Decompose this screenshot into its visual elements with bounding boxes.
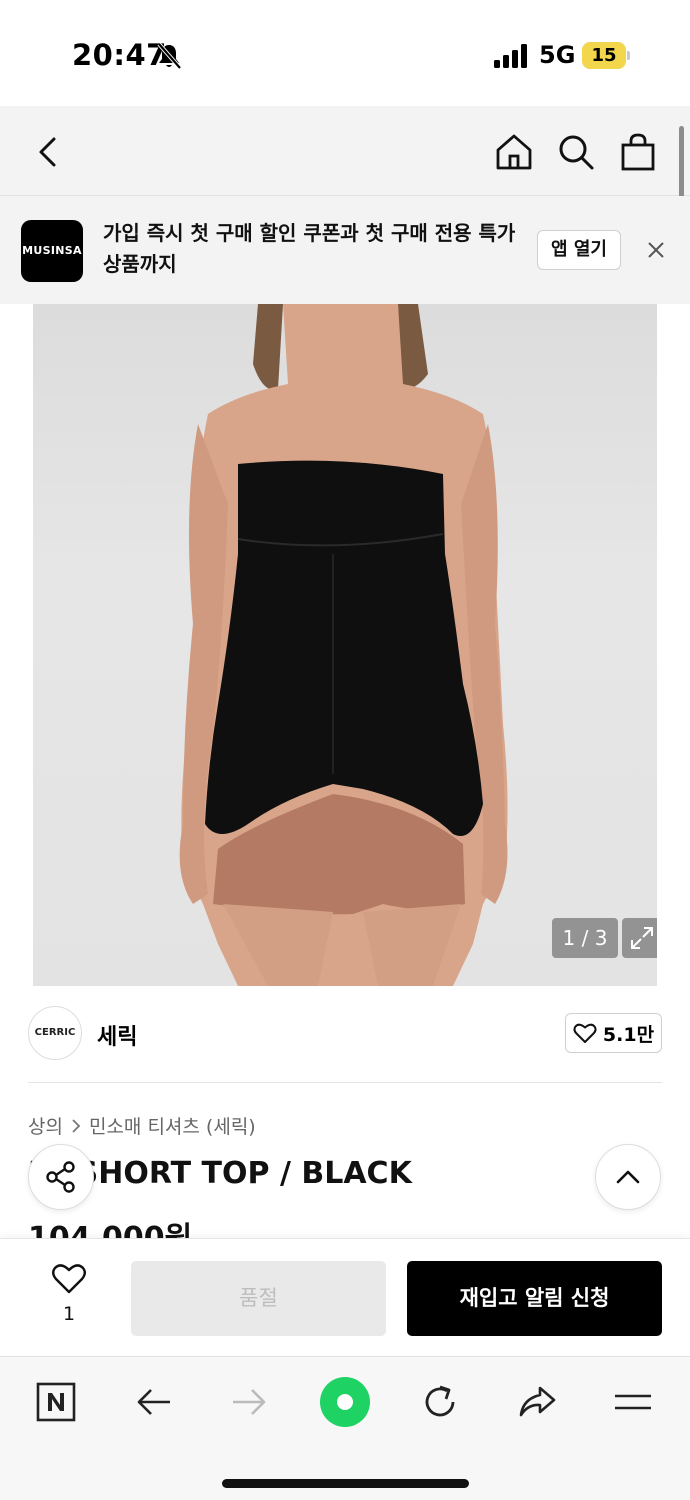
chevron-right-icon [72,1118,81,1133]
restock-alert-button[interactable]: 재입고 알림 신청 [407,1261,662,1336]
scroll-to-top-button[interactable] [595,1144,661,1210]
battery-indicator: 15 [582,42,626,69]
green-dot-button[interactable] [320,1377,370,1427]
share-button[interactable] [28,1144,94,1210]
breadcrumb-item-category[interactable]: 상의 [28,1112,63,1139]
product-image[interactable]: 1 / 3 [33,304,657,986]
musinsa-logo: MUSINSA [21,220,83,282]
brand-row: CERRIC 세릭 5.1만 [28,1006,662,1064]
breadcrumb-item-subcategory[interactable]: 민소매 티셔츠 (세릭) [89,1112,256,1139]
product-price: 104,000원 [28,1222,228,1238]
browser-forward-button[interactable] [224,1377,274,1427]
open-app-button[interactable]: 앱 열기 [537,230,621,270]
app-install-banner: MUSINSA 가입 즉시 첫 구매 할인 쿠폰과 첫 구매 전용 특가 상품까… [0,196,690,304]
cart-button[interactable] [616,130,660,174]
browser-back-button[interactable] [129,1377,179,1427]
forward-arrow-icon [233,1389,266,1415]
naver-n-icon [36,1382,76,1422]
back-chevron-icon [39,137,56,167]
brand-like-count: 5.1만 [602,1023,655,1046]
wish-button[interactable]: 1 [42,1263,96,1333]
bell-slash-icon [157,42,182,70]
network-label: 5G [539,41,576,69]
back-button[interactable] [26,130,70,174]
naver-home-button[interactable] [31,1377,81,1427]
shopping-bag-icon [621,133,655,171]
home-button[interactable] [492,130,536,174]
search-icon [559,135,594,170]
purchase-bar: 1 품절 재입고 알림 신청 [0,1238,690,1356]
heart-icon [52,1264,86,1294]
reload-icon [425,1385,455,1417]
signal-icon [494,44,527,68]
wish-count: 1 [62,1303,76,1325]
status-bar: 20:47 5G 15 [0,0,690,106]
back-arrow-icon [137,1389,170,1415]
chevron-up-icon [616,1170,640,1184]
expand-icon [631,927,653,949]
brand-like-button[interactable]: 5.1만 [565,1013,662,1053]
status-time: 20:47 [72,38,167,72]
soldout-button[interactable]: 품절 [131,1261,386,1336]
breadcrumb: 상의 민소매 티셔츠 (세릭) [28,1112,256,1139]
share-page-button[interactable] [512,1377,562,1427]
menu-button[interactable] [608,1377,658,1427]
share-arrow-icon [519,1386,556,1417]
heart-icon [573,1023,597,1043]
image-counter: 1 / 3 [552,918,618,958]
home-icon [496,134,532,170]
home-indicator[interactable] [222,1479,469,1488]
battery-cap [627,51,630,60]
model-photo [179,304,508,986]
divider [28,1082,662,1083]
search-button[interactable] [554,130,598,174]
close-icon[interactable] [644,238,668,262]
expand-button[interactable] [622,918,657,958]
menu-icon [615,1394,651,1410]
product-price-text: 104,000원 [28,1222,228,1238]
browser-toolbar [0,1356,690,1500]
brand-logo[interactable]: CERRIC [28,1006,82,1060]
green-dot-icon [320,1377,370,1427]
top-navigation-bar [0,106,690,196]
reload-button[interactable] [415,1377,465,1427]
brand-name[interactable]: 세릭 [97,1019,137,1051]
banner-message: 가입 즉시 첫 구매 할인 쿠폰과 첫 구매 전용 특가 상품까지 [103,221,516,276]
share-icon [46,1161,75,1193]
